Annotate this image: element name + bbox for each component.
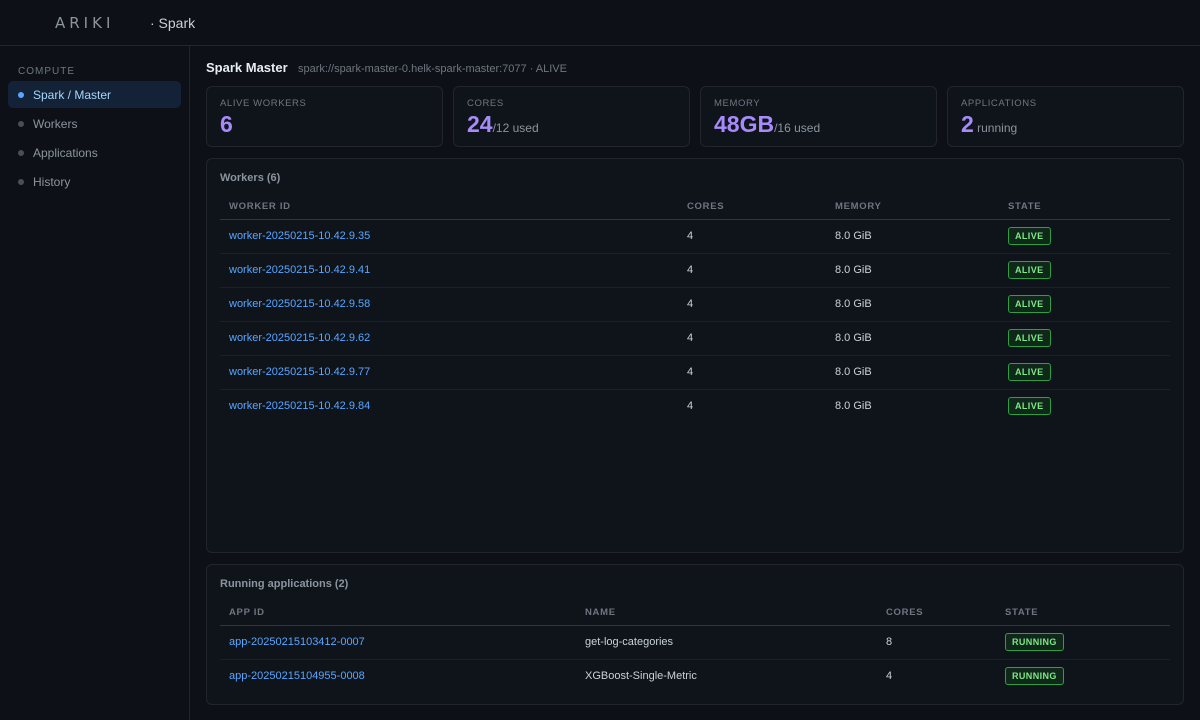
applications-panel-title: Running applications (2) (220, 578, 349, 590)
workers-table: WORKER ID CORES MEMORY STATE worker-2025… (220, 195, 1170, 423)
state-badge: ALIVE (1008, 329, 1051, 347)
state-badge: ALIVE (1008, 295, 1051, 313)
stat-card-memory: MEMORY 48GB/16 used (700, 86, 937, 147)
worker-memory: 8.0 GiB (826, 219, 999, 254)
state-badge: ALIVE (1008, 397, 1051, 416)
worker-memory: 8.0 GiB (826, 253, 999, 288)
stat-extra: /12 used (492, 121, 539, 135)
sidebar-item-applications[interactable]: Applications (8, 139, 181, 166)
worker-id-link[interactable]: worker-20250215-10.42.9.41 (229, 264, 370, 276)
table-header-row: APP ID NAME CORES STATE (220, 601, 1170, 626)
stat-value: 48GB (714, 111, 775, 137)
worker-id-link[interactable]: worker-20250215-10.42.9.35 (229, 230, 370, 242)
worker-cores: 4 (678, 287, 826, 322)
app-id-link[interactable]: app-20250215104955-0008 (229, 670, 365, 682)
active-dot-icon (18, 91, 24, 98)
stat-card-cores: CORES 24/12 used (453, 86, 690, 147)
sidebar-item-spark-master[interactable]: Spark / Master (8, 81, 181, 108)
app-name: · Spark (150, 15, 196, 31)
stat-value: 24 (467, 111, 493, 137)
sidebar-item-label: Workers (33, 116, 78, 131)
worker-cores: 4 (678, 219, 826, 254)
column-header-worker-id[interactable]: WORKER ID (220, 195, 678, 220)
worker-memory: 8.0 GiB (826, 355, 999, 390)
worker-cores: 4 (678, 253, 826, 288)
table-row: worker-20250215-10.42.9.58 4 8.0 GiB ALI… (220, 287, 1170, 322)
stat-label: ALIVE WORKERS (220, 98, 307, 109)
workers-panel: Workers (6) WORKER ID CORES MEMORY STATE… (206, 158, 1184, 553)
column-header-name[interactable]: NAME (576, 601, 877, 626)
state-badge: ALIVE (1008, 261, 1051, 279)
applications-panel: Running applications (2) APP ID NAME COR… (206, 564, 1184, 705)
worker-memory: 8.0 GiB (826, 321, 999, 356)
stat-extra: /16 used (774, 121, 821, 135)
worker-cores: 4 (678, 321, 826, 356)
table-row: worker-20250215-10.42.9.84 4 8.0 GiB ALI… (220, 389, 1170, 423)
table-header-row: WORKER ID CORES MEMORY STATE (220, 195, 1170, 220)
state-badge: RUNNING (1005, 667, 1064, 686)
table-row: worker-20250215-10.42.9.77 4 8.0 GiB ALI… (220, 355, 1170, 390)
dot-icon (18, 149, 24, 156)
column-header-state[interactable]: STATE (999, 195, 1170, 220)
worker-id-link[interactable]: worker-20250215-10.42.9.77 (229, 366, 370, 378)
worker-memory: 8.0 GiB (826, 287, 999, 322)
table-row: app-20250215104955-0008 XGBoost-Single-M… (220, 659, 1170, 693)
master-url: spark://spark-master-0.helk-spark-master… (298, 63, 567, 75)
sidebar-item-workers[interactable]: Workers (8, 110, 181, 137)
worker-id-link[interactable]: worker-20250215-10.42.9.58 (229, 298, 370, 310)
stat-label: MEMORY (714, 98, 761, 109)
title-row: Spark Master spark://spark-master-0.helk… (206, 60, 567, 75)
dot-icon (18, 178, 24, 185)
column-header-cores[interactable]: CORES (678, 195, 826, 220)
table-row: worker-20250215-10.42.9.35 4 8.0 GiB ALI… (220, 219, 1170, 254)
state-badge: ALIVE (1008, 363, 1051, 381)
sidebar-item-label: Applications (33, 145, 98, 160)
app-name: XGBoost-Single-Metric (585, 670, 697, 683)
column-header-cores[interactable]: CORES (877, 601, 996, 626)
state-badge: ALIVE (1008, 227, 1051, 245)
sidebar: COMPUTE Spark / Master Workers Applicati… (0, 46, 190, 720)
ariki-logo[interactable]: ARIKI (55, 14, 114, 32)
stat-label: APPLICATIONS (961, 98, 1037, 109)
table-row: app-20250215103412-0007 get-log-categori… (220, 625, 1170, 660)
column-header-app-id[interactable]: APP ID (220, 601, 576, 626)
workers-panel-title: Workers (6) (220, 172, 281, 184)
worker-id-link[interactable]: worker-20250215-10.42.9.62 (229, 332, 370, 344)
applications-table: APP ID NAME CORES STATE app-202502151034… (220, 601, 1170, 693)
state-badge: RUNNING (1005, 633, 1064, 651)
worker-cores: 4 (678, 355, 826, 390)
sidebar-item-history[interactable]: History (8, 168, 181, 195)
page-title: Spark Master (206, 60, 288, 75)
table-row: worker-20250215-10.42.9.41 4 8.0 GiB ALI… (220, 253, 1170, 288)
stat-value: 6 (220, 111, 233, 137)
app-cores: 8 (877, 625, 996, 660)
top-bar: ARIKI · Spark (0, 0, 1200, 46)
app-cores: 4 (886, 670, 893, 683)
sidebar-section-title: COMPUTE (18, 66, 75, 77)
table-row: worker-20250215-10.42.9.62 4 8.0 GiB ALI… (220, 321, 1170, 356)
sidebar-item-label: Spark / Master (33, 87, 112, 102)
stat-value: 2 (961, 111, 974, 137)
sidebar-item-label: History (33, 174, 71, 189)
app-name: get-log-categories (576, 625, 877, 660)
column-header-state[interactable]: STATE (996, 601, 1170, 626)
stat-card-alive-workers: ALIVE WORKERS 6 (206, 86, 443, 147)
stat-card-applications: APPLICATIONS 2 running (947, 86, 1184, 147)
column-header-memory[interactable]: MEMORY (826, 195, 999, 220)
app-id-link[interactable]: app-20250215103412-0007 (229, 636, 365, 648)
stat-label: CORES (467, 98, 504, 109)
worker-memory: 8.0 GiB (835, 400, 872, 413)
stat-extra: running (973, 121, 1018, 135)
worker-cores: 4 (687, 400, 694, 413)
dot-icon (18, 120, 24, 127)
worker-id-link[interactable]: worker-20250215-10.42.9.84 (229, 400, 370, 412)
